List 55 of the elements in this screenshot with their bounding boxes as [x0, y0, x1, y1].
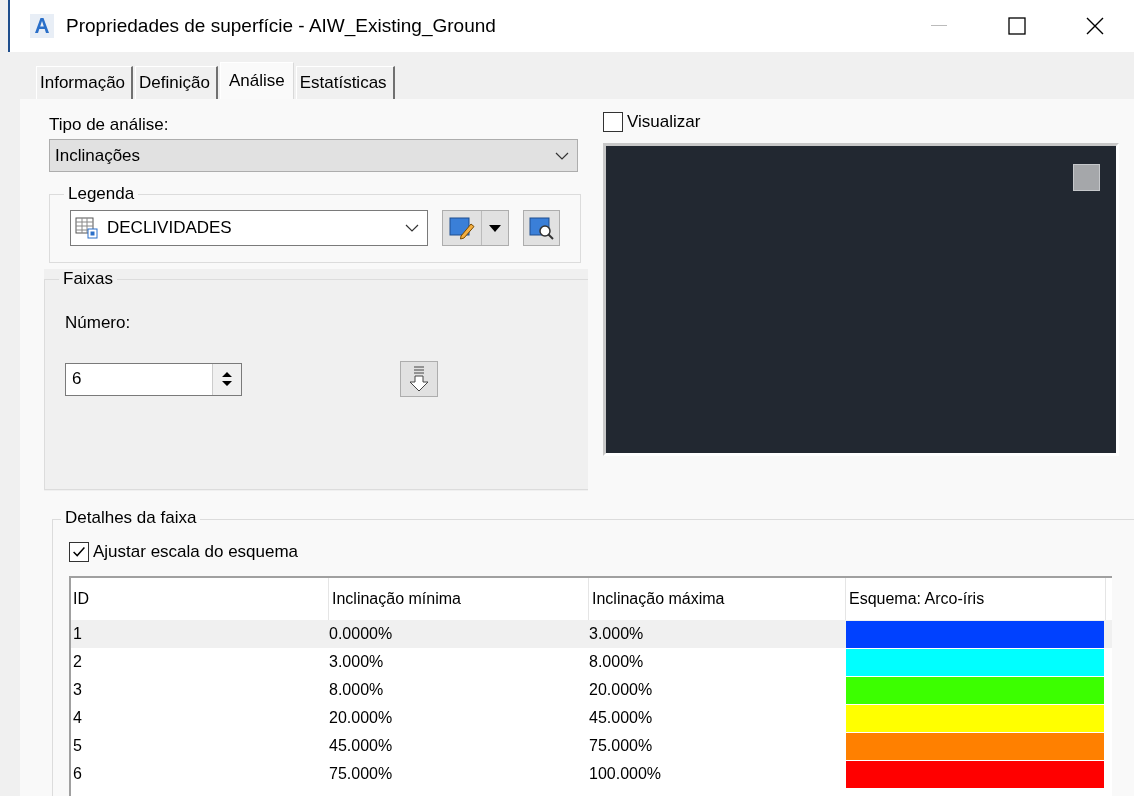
- table-row[interactable]: 6 75.000% 100.000%: [71, 760, 1112, 788]
- table-cell-text: 4: [72, 709, 83, 727]
- chevron-down-icon: [405, 224, 419, 232]
- number-spinner[interactable]: 6: [65, 362, 242, 396]
- tab[interactable]: Informação: [36, 66, 134, 99]
- checkbox-label: Ajustar escala do esquema: [93, 542, 299, 562]
- table-style-icon: [75, 216, 99, 240]
- checkbox[interactable]: [69, 542, 89, 562]
- table-cell-text: 0.0000%: [329, 625, 394, 643]
- legend-dropdown[interactable]: DECLIVIDADES: [70, 210, 428, 246]
- table-cell-text: 100.000%: [589, 765, 663, 783]
- table-cell-text: 1: [72, 625, 83, 643]
- edit-style-button[interactable]: [442, 210, 509, 246]
- analysis-type-dropdown[interactable]: Inclinações: [49, 139, 578, 172]
- table-cell-text: 5: [72, 737, 83, 755]
- table-cell-text: 3.000%: [329, 653, 385, 671]
- table-row[interactable]: 4 20.000% 45.000%: [71, 704, 1112, 732]
- tab[interactable]: Estatísticas: [295, 66, 395, 99]
- field-label: Número:: [65, 313, 132, 333]
- table-cell-text: 20.000%: [589, 681, 654, 699]
- group-label: Legenda: [67, 184, 136, 204]
- table-cell-text: 75.000%: [589, 737, 654, 755]
- maximize-icon: [1008, 17, 1026, 35]
- table-row[interactable]: 1 0.0000% 3.000%: [71, 620, 1112, 648]
- minimize-icon: [931, 25, 947, 27]
- table-cell-text: 3.000%: [589, 625, 645, 643]
- caret-icon: [489, 224, 501, 232]
- pencil-edit-icon: [449, 216, 475, 240]
- table-row[interactable]: 3 8.000% 20.000%: [71, 676, 1112, 704]
- window-title: Propriedades de superfície - AIW_Existing_Ground: [66, 15, 497, 37]
- chevron-down-icon: [555, 151, 569, 160]
- table-row[interactable]: 2 3.000% 8.000%: [71, 648, 1112, 676]
- table-cell-text: 45.000%: [329, 737, 394, 755]
- table-cell-text: 20.000%: [329, 709, 394, 727]
- table-cell-text: 45.000%: [589, 709, 654, 727]
- app-logo-icon: [30, 14, 54, 38]
- checkbox-label: Visualizar: [627, 112, 701, 132]
- table-cell-text: 75.000%: [329, 765, 394, 783]
- group-label: Faixas: [62, 269, 115, 289]
- table-row[interactable]: 5 45.000% 75.000%: [71, 732, 1112, 760]
- tab[interactable]: Análise: [219, 62, 294, 99]
- apply-button[interactable]: [400, 361, 438, 397]
- table-cell-text: 6: [72, 765, 83, 783]
- down-arrow-icon: [408, 366, 430, 392]
- table-cell-text: 8.000%: [589, 653, 645, 671]
- magnifier-icon: [528, 216, 555, 240]
- field-label: Tipo de análise:: [49, 115, 170, 135]
- table-cell-text: 2: [72, 653, 83, 671]
- spin-arrows-icon: [222, 370, 232, 388]
- close-icon: [1086, 17, 1104, 35]
- table-cell-text: 8.000%: [329, 681, 385, 699]
- tab[interactable]: Definição: [135, 66, 218, 99]
- preview-style-button[interactable]: [523, 210, 560, 246]
- checkbox[interactable]: [603, 112, 623, 132]
- table-cell-text: 3: [72, 681, 83, 699]
